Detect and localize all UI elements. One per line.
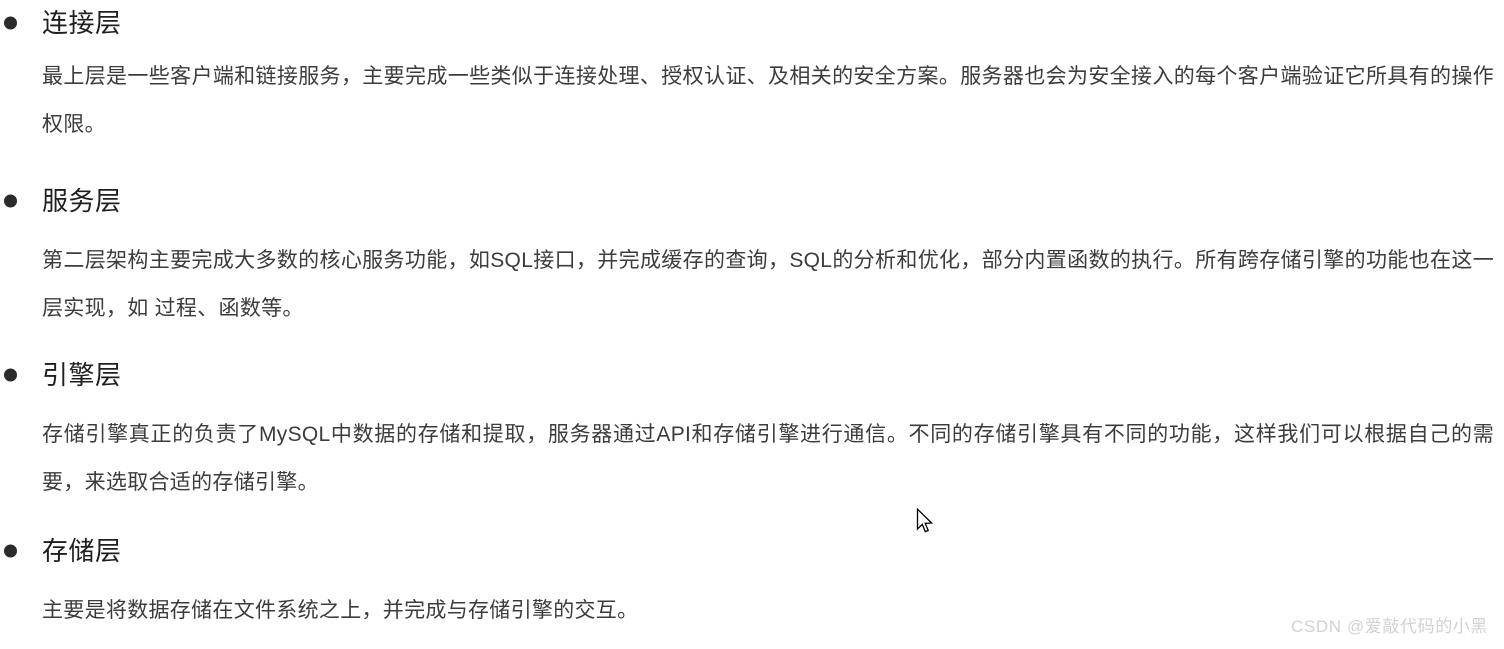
section-heading: 连接层 xyxy=(42,8,122,38)
section-storage-layer: 存储层 主要是将数据存储在文件系统之上，并完成与存储引擎的交互。 xyxy=(0,529,1504,635)
section-engine-layer: 引擎层 存储引擎真正的负责了MySQL中数据的存储和提取，服务器通过API和存储… xyxy=(0,353,1504,507)
section-service-layer: 服务层 第二层架构主要完成大多数的核心服务功能，如SQL接口，并完成缓存的查询，… xyxy=(0,179,1504,333)
section-heading-row: 服务层 xyxy=(4,179,1504,223)
section-body-paragraph: 主要是将数据存储在文件系统之上，并完成与存储引擎的交互。 xyxy=(42,599,639,622)
section-heading: 服务层 xyxy=(42,186,122,216)
section-body-paragraph: 存储引擎真正的负责了MySQL中数据的存储和提取，服务器通过API和存储引擎进行… xyxy=(42,423,1494,494)
article-content: 连接层 最上层是一些客户端和链接服务，主要完成一些类似于连接处理、授权认证、及相… xyxy=(0,0,1504,635)
section-heading: 引擎层 xyxy=(42,360,122,390)
bullet-dot-icon xyxy=(4,194,17,208)
csdn-watermark: CSDN @爱敲代码的小黑 xyxy=(1291,617,1488,636)
section-heading-row: 连接层 xyxy=(4,0,1504,46)
section-connection-layer: 连接层 最上层是一些客户端和链接服务，主要完成一些类似于连接处理、授权认证、及相… xyxy=(0,0,1504,149)
section-body-paragraph: 第二层架构主要完成大多数的核心服务功能，如SQL接口，并完成缓存的查询，SQL的… xyxy=(42,249,1494,320)
section-heading-row: 引擎层 xyxy=(4,353,1504,397)
bullet-dot-icon xyxy=(4,368,17,382)
section-body-paragraph: 最上层是一些客户端和链接服务，主要完成一些类似于连接处理、授权认证、及相关的安全… xyxy=(42,65,1494,136)
document-page: 连接层 最上层是一些客户端和链接服务，主要完成一些类似于连接处理、授权认证、及相… xyxy=(0,0,1504,649)
section-heading: 存储层 xyxy=(42,536,122,566)
bullet-dot-icon xyxy=(4,544,17,558)
section-heading-row: 存储层 xyxy=(4,529,1504,573)
bullet-dot-icon xyxy=(4,16,17,30)
